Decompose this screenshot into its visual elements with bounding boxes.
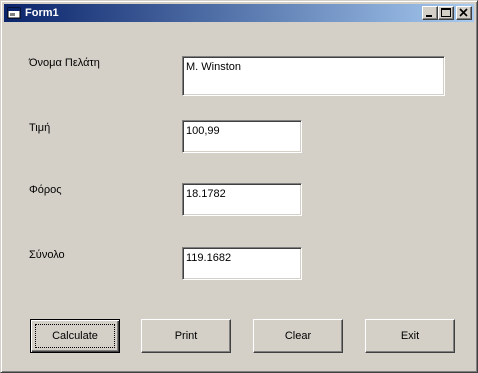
exit-button-label: Exit — [400, 330, 420, 342]
tax-field[interactable]: 18.1782 — [182, 183, 302, 216]
close-icon — [459, 8, 468, 17]
tax-label: Φόρος — [29, 184, 62, 196]
clear-button[interactable]: Clear — [253, 319, 343, 353]
title-bar[interactable]: Form1 — [4, 4, 474, 22]
calculate-button[interactable]: Calculate — [30, 319, 120, 353]
clear-button-label: Clear — [284, 330, 312, 342]
price-field[interactable]: 100,99 — [182, 120, 302, 153]
maximize-button[interactable] — [438, 6, 454, 20]
form-window: Form1 Όνομα Πελάτη M. Winston Τιμή 100,9… — [0, 0, 478, 373]
customer-name-label: Όνομα Πελάτη — [29, 57, 100, 69]
maximize-icon — [441, 8, 451, 17]
price-label: Τιμή — [29, 122, 51, 134]
exit-button[interactable]: Exit — [365, 319, 455, 353]
print-button-label: Print — [174, 330, 198, 342]
window-title: Form1 — [25, 7, 59, 19]
customer-name-field[interactable]: M. Winston — [182, 56, 445, 96]
close-button[interactable] — [456, 6, 472, 20]
total-field[interactable]: 119.1682 — [182, 247, 302, 280]
minimize-icon — [426, 15, 432, 17]
total-label: Σύνολο — [29, 249, 65, 261]
minimize-button[interactable] — [422, 6, 438, 20]
app-icon[interactable] — [7, 6, 21, 20]
print-button[interactable]: Print — [141, 319, 231, 353]
focus-rectangle — [35, 324, 115, 348]
